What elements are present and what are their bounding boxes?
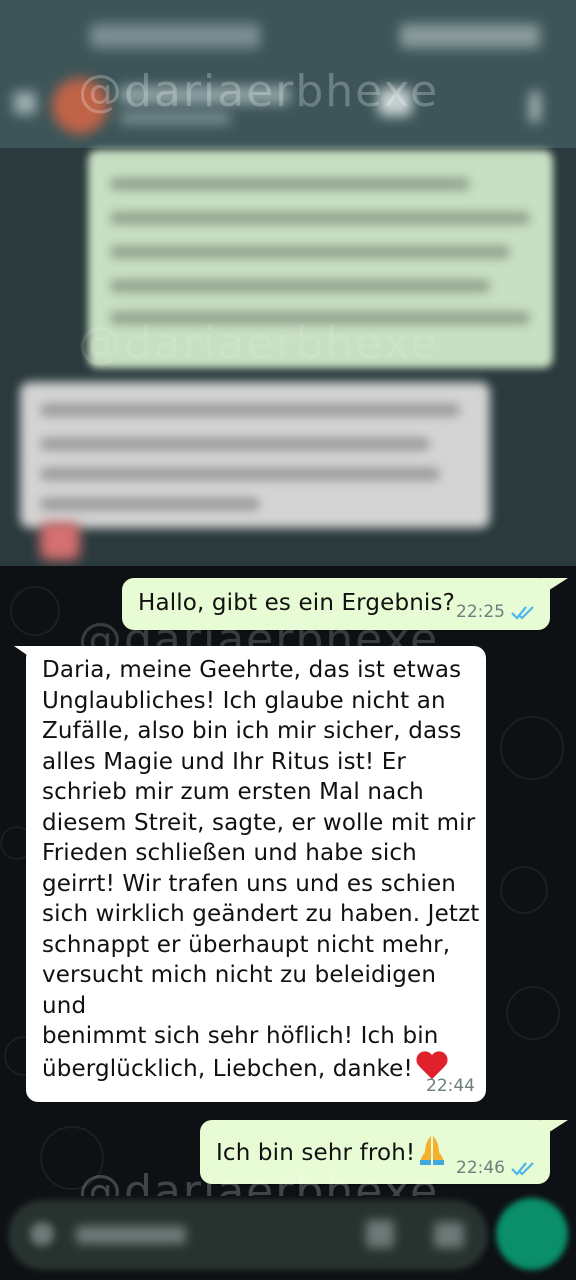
message-text: Ich bin sehr froh! (216, 1134, 447, 1169)
status-bar-left-blurred (90, 24, 260, 48)
back-arrow-icon[interactable] (14, 92, 36, 114)
message-time: 22:44 (426, 1076, 475, 1096)
attach-icon[interactable] (366, 1220, 394, 1248)
blurred-text-line (110, 280, 490, 292)
more-options-icon[interactable] (530, 92, 540, 122)
message-line: benimmt sich sehr höflich! Ich bin (42, 1023, 439, 1049)
microphone-button[interactable] (496, 1198, 568, 1270)
message-line: Frieden schließen und habe sich (42, 840, 417, 866)
double-check-read-icon (511, 1162, 534, 1176)
message-line: Zufälle, also bin ich mir sicher, dass (42, 718, 462, 744)
message-line: schrieb mir zum ersten Mal nach (42, 779, 424, 805)
message-line: geirrt! Wir trafen uns und es schien (42, 870, 456, 897)
wallpaper-doodle (506, 986, 560, 1040)
message-time: 22:46 (456, 1158, 505, 1178)
blurred-text-line (40, 438, 430, 450)
blurred-text-line (40, 498, 260, 510)
blurred-text-line (40, 468, 440, 480)
watermark: @dariaerbhexe (78, 66, 440, 117)
blurred-text-line (40, 404, 460, 416)
message-line: Daria, meine Geehrte, das ist etwas (42, 657, 462, 683)
emoji-icon[interactable] (30, 1222, 54, 1246)
message-time: 22:25 (456, 602, 505, 622)
message-text-content: Ich bin sehr froh! (216, 1140, 416, 1166)
watermark: @dariaerbhexe (78, 318, 440, 369)
message-text: Daria, meine Geehrte, das ist etwas Ungl… (42, 655, 482, 1084)
message-line: versucht mich nicht zu beleidigen und (42, 962, 437, 1019)
folded-hands-icon (420, 1136, 445, 1165)
wallpaper-doodle (10, 586, 60, 636)
blurred-emoji (40, 522, 80, 560)
wallpaper-doodle (500, 866, 548, 914)
message-line: schnappt er überhaupt nicht mehr, (42, 931, 451, 958)
message-line: diesem Streit, sagte, er wolle mit mir (42, 809, 476, 836)
message-line: Unglaubliches! Ich glaube nicht an (42, 687, 446, 714)
blurred-text-line (110, 178, 470, 190)
double-check-read-icon (511, 606, 534, 620)
blurred-text-line (110, 212, 530, 224)
incoming-message[interactable]: Daria, meine Geehrte, das ist etwas Ungl… (26, 646, 486, 1102)
status-bar-right-blurred (400, 24, 540, 48)
message-line: alles Magie und Ihr Ritus ist! Er (42, 748, 407, 775)
camera-icon[interactable] (434, 1222, 464, 1248)
message-placeholder-blurred (76, 1226, 186, 1244)
blurred-text-line (110, 246, 510, 258)
message-line: sich wirklich geändert zu haben. Jetzt (42, 901, 480, 927)
message-line: überglücklich, Liebchen, danke! (42, 1055, 413, 1082)
wallpaper-doodle (500, 716, 564, 780)
message-line-last: überglücklich, Liebchen, danke! (42, 1052, 482, 1085)
